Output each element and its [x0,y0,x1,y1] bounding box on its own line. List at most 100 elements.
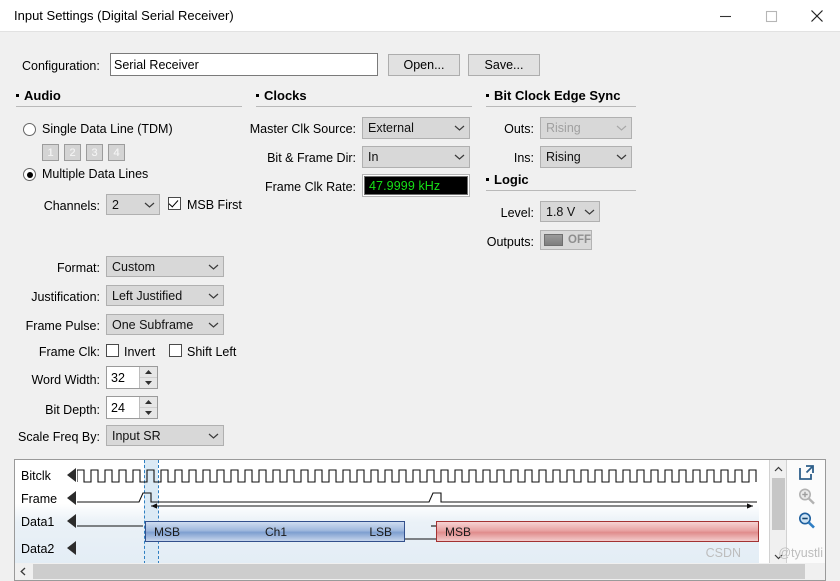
spin-down-icon[interactable] [140,408,157,418]
frame-pulse-select[interactable]: One Subframe [106,314,224,335]
configuration-input[interactable]: Serial Receiver [110,53,378,76]
window-controls [702,0,840,32]
word-width-spin-buttons[interactable] [139,367,157,388]
horizontal-scrollbar-thumb[interactable] [33,564,805,579]
open-button[interactable]: Open... [388,54,460,76]
channels-label: Channels: [43,199,100,213]
justification-select[interactable]: Left Justified [106,285,224,306]
audio-section-title: Audio [24,88,61,103]
minimize-icon [719,10,732,23]
save-button[interactable]: Save... [468,54,540,76]
spin-up-icon[interactable] [140,367,157,378]
waveform-canvas[interactable]: Bitclk Frame Data1 Data2 MSB Ch1 LSB MSB [15,460,759,564]
zoom-in-icon [797,487,816,509]
waveform-row-label-frame: Frame [21,492,58,506]
data1-ch1-bar[interactable]: MSB Ch1 LSB [145,521,405,542]
outputs-toggle-state: OFF [568,234,591,246]
bit-depth-stepper[interactable]: 24 [106,396,158,419]
scroll-left-button[interactable] [15,563,32,580]
format-select[interactable]: Custom [106,256,224,277]
format-value: Custom [112,259,156,274]
scroll-up-button[interactable] [770,460,787,477]
expand-button[interactable] [794,462,818,486]
tdm-button-1[interactable]: 1 [42,144,59,161]
waveform-row-label-data1: Data1 [21,515,55,529]
shift-left-label: Shift Left [187,345,237,359]
ins-select[interactable]: Rising [540,146,632,168]
data1-bar-center-label: Ch1 [264,524,287,539]
row-expander-bitclk[interactable] [67,468,76,482]
frame-pulse-value: One Subframe [112,317,194,332]
single-data-line-radio[interactable] [23,123,36,136]
msb-first-label: MSB First [187,198,242,212]
spin-down-icon[interactable] [140,378,157,388]
chevron-down-icon [203,321,223,329]
frame-waveform [77,492,757,509]
channels-select[interactable]: 2 [106,194,160,215]
zoom-out-button[interactable] [794,510,818,534]
clocks-section-header: Clocks [256,88,472,107]
clocks-section-title: Clocks [264,88,307,103]
shift-left-checkbox[interactable] [169,344,182,357]
multiple-data-lines-radio[interactable] [23,168,36,181]
watermark-csdn: CSDN [705,546,741,560]
master-clk-source-value: External [368,121,414,135]
vertical-scrollbar-thumb[interactable] [772,478,785,530]
single-data-line-label: Single Data Line (TDM) [42,122,173,136]
input-settings-window: Input Settings (Digital Serial Receiver) [0,0,840,581]
spin-up-icon[interactable] [140,397,157,408]
watermark-user: @tyustli [778,546,823,560]
word-width-value: 32 [111,370,125,385]
row-expander-data2[interactable] [67,541,76,555]
bitclk-waveform [77,469,757,483]
scale-freq-select[interactable]: Input SR [106,425,224,446]
logic-section-title: Logic [494,172,529,187]
tdm-button-3[interactable]: 3 [86,144,103,161]
close-button[interactable] [794,0,840,32]
word-width-stepper[interactable]: 32 [106,366,158,389]
chevron-up-icon [774,462,783,476]
bit-frame-dir-select[interactable]: In [362,146,470,168]
maximize-button[interactable] [748,0,794,32]
chevron-down-icon [611,153,631,161]
waveform-row-label-data2: Data2 [21,542,55,556]
outputs-label: Outputs: [486,235,534,249]
invert-checkbox[interactable] [106,344,119,357]
row-expander-frame[interactable] [67,491,76,505]
waveform-horizontal-scrollbar[interactable] [15,563,825,580]
chevron-down-icon [203,432,223,440]
invert-label: Invert [124,345,156,359]
master-clk-source-select[interactable]: External [362,117,470,139]
tdm-button-2[interactable]: 2 [64,144,81,161]
chevron-left-icon [19,565,28,579]
outputs-toggle[interactable]: OFF [540,230,592,250]
configuration-label: Configuration: [22,59,100,73]
msb-first-checkbox[interactable] [168,197,181,210]
title-bar: Input Settings (Digital Serial Receiver) [0,0,840,32]
row-expander-data1[interactable] [67,514,76,528]
bit-frame-dir-label: Bit & Frame Dir: [267,151,356,165]
bit-depth-spin-buttons[interactable] [139,397,157,418]
chevron-down-icon [203,263,223,271]
zoom-in-button[interactable] [794,486,818,510]
bit-depth-value: 24 [111,400,125,415]
settings-body: Configuration: Serial Receiver Open... S… [0,32,840,581]
outs-value: Rising [546,121,581,135]
chevron-down-icon [611,124,631,132]
minimize-button[interactable] [702,0,748,32]
tdm-button-4[interactable]: 4 [108,144,125,161]
data2-ch-bar[interactable]: MSB [436,521,759,542]
level-select[interactable]: 1.8 V [540,201,600,222]
outs-select[interactable]: Rising [540,117,632,139]
master-clk-source-label: Master Clk Source: [249,122,356,136]
logic-section-header: Logic [486,172,636,191]
multiple-data-lines-label: Multiple Data Lines [42,167,149,181]
tdm-button-2-label: 2 [69,146,76,159]
chevron-down-icon [579,208,599,216]
frame-pulse-label: Frame Pulse: [25,319,100,333]
tdm-button-1-label: 1 [47,146,54,159]
close-icon [810,9,824,23]
data1-bar-lsb-label: LSB [369,524,392,539]
waveform-panel: Bitclk Frame Data1 Data2 MSB Ch1 LSB MSB… [14,459,826,581]
bit-frame-dir-value: In [368,150,379,164]
